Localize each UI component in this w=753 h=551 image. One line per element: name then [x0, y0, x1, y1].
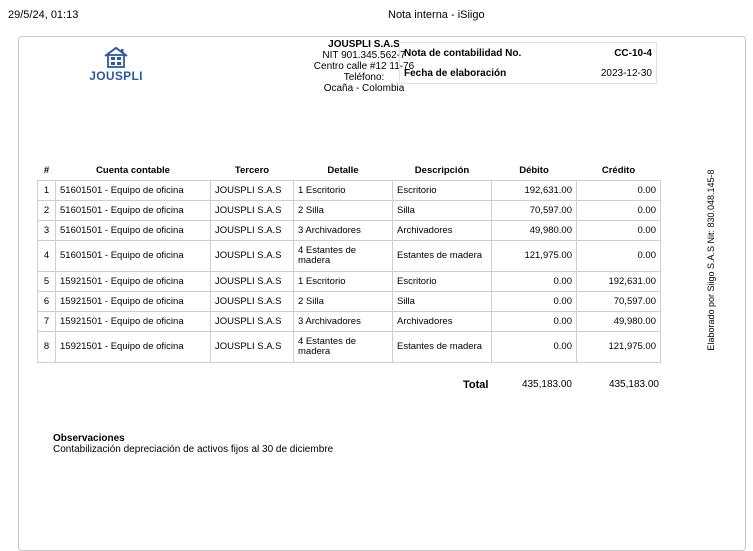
row-debit: 0.00	[491, 290, 577, 312]
table-row: 8 15921501 - Equipo de oficina JOUSPLI S…	[37, 330, 661, 363]
row-detail: 3 Archivadores	[293, 310, 393, 332]
accounting-lines-table: # Cuenta contable Tercero Detalle Descri…	[37, 162, 661, 363]
row-description: Archivadores	[392, 310, 492, 332]
col-header-credit: Crédito	[601, 165, 636, 177]
row-number: 1	[37, 179, 56, 201]
row-debit: 0.00	[491, 330, 577, 363]
table-row: 2 51601501 - Equipo de oficina JOUSPLI S…	[37, 199, 661, 221]
row-detail: 2 Silla	[293, 290, 393, 312]
table-row: 1 51601501 - Equipo de oficina JOUSPLI S…	[37, 179, 661, 201]
table-row: 7 15921501 - Equipo de oficina JOUSPLI S…	[37, 310, 661, 332]
row-credit: 0.00	[576, 219, 661, 241]
row-credit: 192,631.00	[576, 270, 661, 292]
row-debit: 0.00	[491, 270, 577, 292]
col-header-detail: Detalle	[327, 165, 359, 177]
col-header-description: Descripción	[414, 165, 470, 177]
row-description: Escritorio	[392, 270, 492, 292]
note-meta-box: Nota de contabilidad No. CC-10-4 Fecha d…	[399, 42, 657, 84]
row-account: 15921501 - Equipo de oficina	[55, 330, 211, 363]
row-third-party: JOUSPLI S.A.S	[210, 290, 294, 312]
row-account: 15921501 - Equipo de oficina	[55, 290, 211, 312]
row-debit: 121,975.00	[491, 239, 577, 272]
row-number: 3	[37, 219, 56, 241]
row-number: 7	[37, 310, 56, 332]
row-detail: 1 Escritorio	[293, 179, 393, 201]
row-account: 51601501 - Equipo de oficina	[55, 179, 211, 201]
row-credit: 0.00	[576, 199, 661, 221]
row-detail: 4 Estantes de madera	[293, 330, 393, 363]
row-third-party: JOUSPLI S.A.S	[210, 310, 294, 332]
col-header-number: #	[43, 165, 50, 177]
row-number: 5	[37, 270, 56, 292]
row-account: 51601501 - Equipo de oficina	[55, 199, 211, 221]
row-detail: 4 Estantes de madera	[293, 239, 393, 272]
row-third-party: JOUSPLI S.A.S	[210, 179, 294, 201]
date-row: Fecha de elaboración 2023-12-30	[400, 63, 656, 83]
observations: Observaciones Contabilización depreciaci…	[53, 433, 333, 455]
row-credit: 70,597.00	[576, 290, 661, 312]
date-value: 2023-12-30	[600, 67, 652, 79]
row-third-party: JOUSPLI S.A.S	[210, 219, 294, 241]
total-credit: 435,183.00	[608, 379, 659, 390]
row-debit: 192,631.00	[491, 179, 577, 201]
print-document-title: Nota interna - iSiigo	[388, 9, 485, 21]
row-description: Silla	[392, 199, 492, 221]
col-header-debit: Débito	[519, 165, 549, 177]
row-third-party: JOUSPLI S.A.S	[210, 270, 294, 292]
observations-title: Observaciones	[53, 433, 125, 444]
total-debit: 435,183.00	[521, 379, 572, 390]
row-detail: 1 Escritorio	[293, 270, 393, 292]
side-note-text: Elaborado por Siigo S.A.S Nit: 830.048.1…	[706, 169, 716, 351]
observations-text: Contabilización depreciación de activos …	[53, 444, 334, 455]
note-number-value: CC-10-4	[614, 47, 652, 59]
row-account: 51601501 - Equipo de oficina	[55, 239, 211, 272]
company-logo: JOUSPLI	[86, 46, 146, 83]
row-account: 51601501 - Equipo de oficina	[55, 219, 211, 241]
table-row: 5 15921501 - Equipo de oficina JOUSPLI S…	[37, 270, 661, 292]
house-icon	[104, 46, 128, 68]
table-row: 3 51601501 - Equipo de oficina JOUSPLI S…	[37, 219, 661, 241]
row-third-party: JOUSPLI S.A.S	[210, 239, 294, 272]
row-description: Escritorio	[392, 179, 492, 201]
row-description: Archivadores	[392, 219, 492, 241]
row-credit: 0.00	[576, 179, 661, 201]
row-description: Estantes de madera	[392, 239, 492, 272]
row-detail: 2 Silla	[293, 199, 393, 221]
company-location: Ocaña - Colombia	[323, 83, 405, 94]
row-debit: 70,597.00	[491, 199, 577, 221]
row-third-party: JOUSPLI S.A.S	[210, 330, 294, 363]
row-credit: 121,975.00	[576, 330, 661, 363]
row-debit: 0.00	[491, 310, 577, 332]
row-third-party: JOUSPLI S.A.S	[210, 199, 294, 221]
date-label: Fecha de elaboración	[404, 67, 507, 79]
row-credit: 49,980.00	[576, 310, 661, 332]
row-description: Silla	[392, 290, 492, 312]
note-number-row: Nota de contabilidad No. CC-10-4	[400, 43, 656, 63]
row-number: 4	[37, 239, 56, 272]
row-credit: 0.00	[576, 239, 661, 272]
print-datetime: 29/5/24, 01:13	[8, 9, 79, 21]
col-header-account: Cuenta contable	[96, 165, 170, 177]
row-account: 15921501 - Equipo de oficina	[55, 270, 211, 292]
col-header-third-party: Tercero	[234, 165, 270, 177]
table-row: 6 15921501 - Equipo de oficina JOUSPLI S…	[37, 290, 661, 312]
row-description: Estantes de madera	[392, 330, 492, 363]
note-number-label: Nota de contabilidad No.	[404, 47, 522, 59]
row-number: 2	[37, 199, 56, 221]
row-detail: 3 Archivadores	[293, 219, 393, 241]
side-note: Elaborado por Siigo S.A.S Nit: 830.048.1…	[700, 160, 722, 360]
total-label: Total	[463, 379, 489, 391]
table-row: 4 51601501 - Equipo de oficina JOUSPLI S…	[37, 239, 661, 272]
row-account: 15921501 - Equipo de oficina	[55, 310, 211, 332]
table-header-row: # Cuenta contable Tercero Detalle Descri…	[38, 162, 661, 180]
row-debit: 49,980.00	[491, 219, 577, 241]
logo-text: JOUSPLI	[89, 69, 143, 83]
row-number: 8	[37, 330, 56, 363]
row-number: 6	[37, 290, 56, 312]
print-header: 29/5/24, 01:13 Nota interna - iSiigo	[8, 9, 745, 23]
